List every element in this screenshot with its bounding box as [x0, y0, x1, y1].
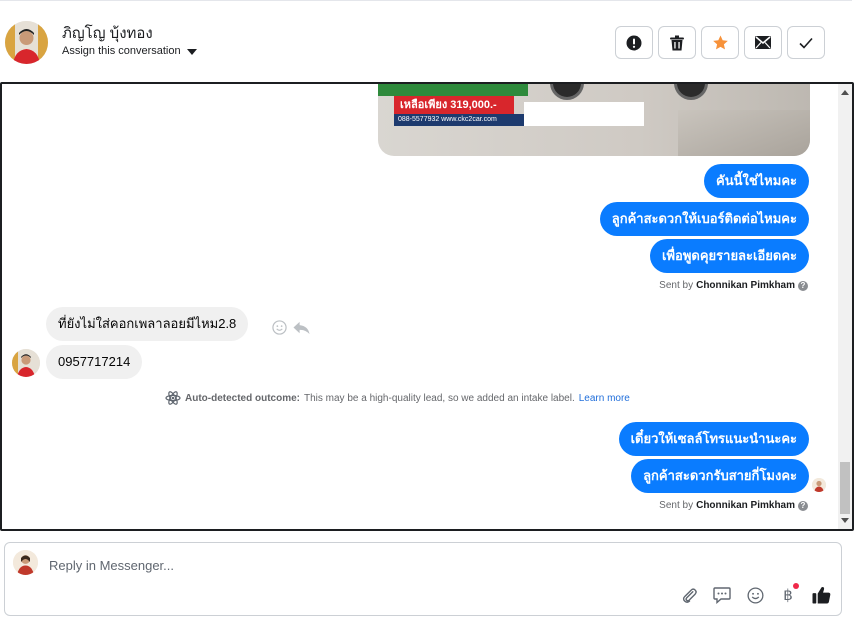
sender-name: Chonnikan Pimkham	[696, 500, 795, 511]
learn-more-link[interactable]: Learn more	[579, 393, 630, 404]
conversation-actions	[615, 26, 825, 59]
ad-white-panel	[524, 102, 644, 126]
incoming-message[interactable]: 0957717214	[46, 345, 143, 379]
auto-detected-outcome: Auto-detected outcome: This may be a hig…	[165, 390, 630, 406]
contact-avatar[interactable]	[5, 21, 48, 64]
emoji-react-icon[interactable]	[272, 320, 287, 335]
outcome-title: Auto-detected outcome:	[185, 392, 300, 404]
delete-button[interactable]	[658, 26, 696, 59]
reply-arrow-icon[interactable]	[293, 321, 310, 335]
reply-composer: ฿	[4, 542, 842, 616]
message-thread[interactable]: เหลือเพียง 319,000.- 088-5577932 www.ckc…	[0, 82, 854, 531]
help-icon[interactable]: ?	[798, 280, 808, 291]
thumbs-up-icon	[812, 586, 830, 604]
seen-avatar	[812, 478, 826, 492]
star-icon	[712, 35, 728, 49]
ad-wheel	[674, 84, 708, 100]
outgoing-message[interactable]: ลูกค้าสะดวกให้เบอร์ติดต่อไหมคะ	[599, 202, 809, 236]
emoji-button[interactable]	[745, 585, 765, 605]
outgoing-message[interactable]: เดี๋ยวให้เซลล์โทรแนะนำนะคะ	[618, 422, 809, 456]
checkmark-icon	[799, 37, 813, 49]
assign-label: Assign this conversation	[62, 45, 181, 57]
ad-price-label: เหลือเพียง 319,000.-	[394, 96, 514, 114]
caret-down-icon	[186, 48, 197, 55]
car-ad-image[interactable]: เหลือเพียง 319,000.- 088-5577932 www.ckc…	[378, 84, 810, 156]
contact-name: ภิญโญ บุ้งทอง	[62, 25, 153, 42]
mark-spam-button[interactable]	[615, 26, 653, 59]
payment-button[interactable]: ฿	[778, 583, 799, 605]
outcome-text: This may be a high-quality lead, so we a…	[304, 392, 575, 404]
scrollbar-thumb[interactable]	[840, 462, 850, 514]
conversation-view: ภิญโญ บุ้งทอง Assign this conversation เ…	[0, 0, 861, 621]
outgoing-message[interactable]: ลูกค้าสะดวกรับสายกี่โมงคะ	[631, 459, 809, 493]
message-hover-actions	[272, 320, 310, 335]
reply-toolbar: ฿	[679, 583, 831, 605]
sent-by-label: Sent by Chonnikan Pimkham ?	[659, 280, 808, 291]
notification-dot	[793, 583, 799, 589]
sent-by-prefix: Sent by	[659, 280, 694, 291]
mark-done-button[interactable]	[787, 26, 825, 59]
contact-avatar-small[interactable]	[12, 349, 40, 377]
outgoing-message[interactable]: คันนี้ใช่ไหมคะ	[704, 164, 809, 198]
chat-bubble-icon	[713, 586, 731, 604]
outgoing-message[interactable]: เพื่อพูดคุยรายละเอียดคะ	[650, 239, 809, 273]
ad-contact-label: 088-5577932 www.ckc2car.com	[394, 114, 524, 126]
scroll-down-icon[interactable]	[841, 518, 849, 523]
send-like-button[interactable]	[811, 585, 831, 605]
ad-wheel	[550, 84, 584, 100]
ad-banner-green	[378, 84, 528, 96]
reply-input[interactable]	[49, 555, 749, 575]
agent-avatar	[13, 550, 38, 575]
baht-icon: ฿	[783, 586, 793, 604]
exclamation-icon	[626, 35, 642, 50]
envelope-icon	[755, 36, 771, 49]
mark-unread-button[interactable]	[744, 26, 782, 59]
atom-icon	[165, 391, 181, 405]
thread-scrollbar[interactable]	[838, 84, 852, 529]
paperclip-icon	[682, 587, 697, 603]
saved-replies-button[interactable]	[712, 585, 732, 605]
conversation-header: ภิญโญ บุ้งทอง Assign this conversation	[0, 0, 852, 82]
ad-floor	[678, 110, 810, 156]
follow-up-button[interactable]	[701, 26, 739, 59]
incoming-message[interactable]: ที่ยังไม่ใส่คอกเพลาลอยมีไหม2.8	[46, 307, 249, 341]
smiley-icon	[746, 586, 764, 604]
attach-button[interactable]	[679, 585, 699, 605]
assign-conversation-dropdown[interactable]: Assign this conversation	[62, 45, 197, 57]
sent-by-label: Sent by Chonnikan Pimkham ?	[659, 500, 808, 511]
sent-by-prefix: Sent by	[659, 500, 694, 511]
help-icon[interactable]: ?	[798, 500, 808, 511]
scroll-up-icon[interactable]	[841, 90, 849, 95]
sender-name: Chonnikan Pimkham	[696, 280, 795, 291]
trash-icon	[670, 35, 684, 50]
